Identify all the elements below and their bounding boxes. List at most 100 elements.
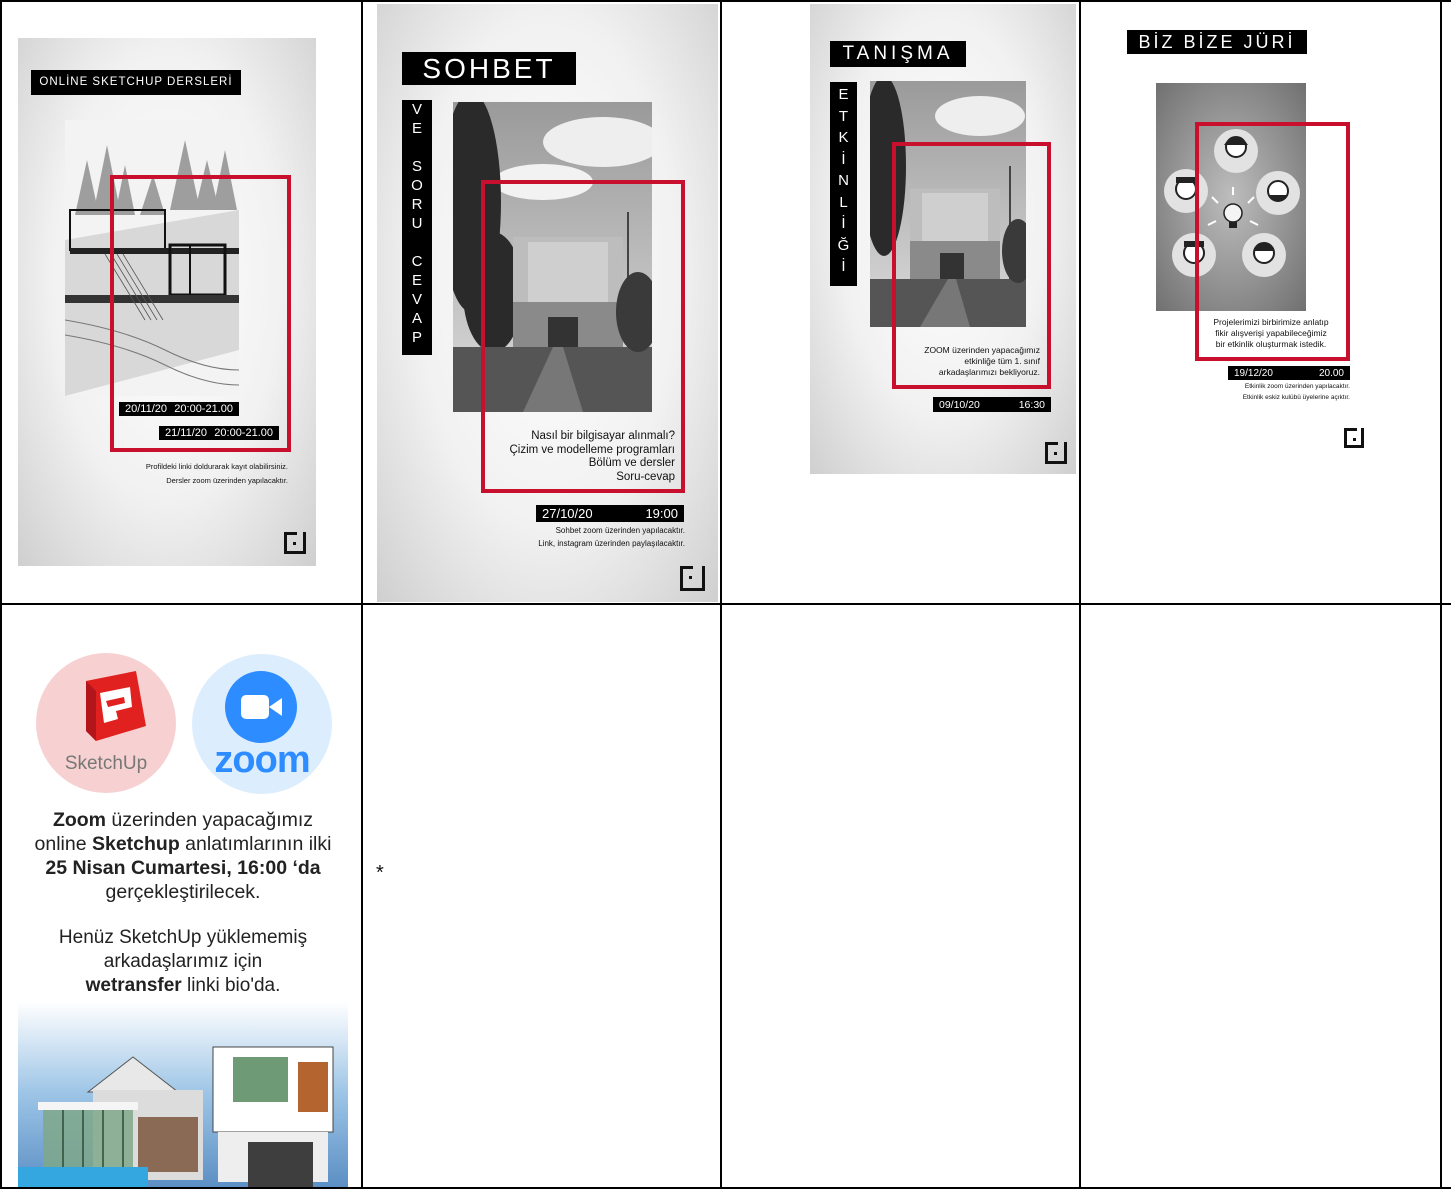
vertical-letter: N	[838, 172, 849, 189]
info-line: etkinliğe tüm 1. sınıf	[964, 356, 1040, 366]
document-table: ONLİNE SKETCHUP DERSLERİ 20/11/20 20:00-…	[0, 0, 1451, 1189]
vertical-letter: İ	[841, 258, 846, 275]
vertical-letter	[402, 233, 432, 252]
vertical-letter: E	[411, 120, 422, 137]
poster-title: ONLİNE SKETCHUP DERSLERİ	[31, 70, 241, 95]
poster-title: BİZ BİZE JÜRİ	[1127, 30, 1307, 54]
vertical-letter: V	[411, 101, 422, 118]
topic-line: Çizim ve modelleme programları	[509, 443, 675, 456]
date-bar: 19/12/20 20.00	[1228, 366, 1350, 380]
table-col-divider	[1079, 0, 1081, 1189]
topic-line: Nasıl bir bilgisayar alınmalı?	[531, 430, 675, 442]
table-border-right	[1440, 0, 1442, 1189]
vertical-letter: S	[411, 158, 422, 175]
event-info: Projelerimizi birbirimize anlatıp fikir …	[1201, 317, 1341, 350]
table-border-top	[0, 0, 1451, 2]
text-run: linki bio'da.	[181, 975, 281, 996]
asterisk-mark: *	[376, 862, 384, 884]
download-note: Henüz SketchUp yüklememiş arkadaşlarımız…	[18, 926, 348, 998]
date-text: 19/12/20	[1234, 367, 1273, 379]
note-line: Henüz SketchUp yüklememiş	[58, 927, 308, 948]
date-text: 27/10/20	[542, 506, 593, 521]
table-col-divider	[720, 0, 722, 1189]
event-info: ZOOM üzerinden yapacağımız etkinliğe tüm…	[892, 345, 1040, 378]
vertical-letter: E	[411, 272, 422, 289]
sketchup-logo-icon	[86, 671, 146, 741]
vertical-letter: P	[411, 329, 422, 346]
date-text: 20/11/20	[125, 403, 168, 415]
club-logo-icon	[1344, 428, 1364, 448]
poster-sketchup-lessons: ONLİNE SKETCHUP DERSLERİ 20/11/20 20:00-…	[18, 38, 316, 566]
vertical-letter: İ	[841, 215, 846, 232]
time-text: 16:30	[1018, 398, 1045, 411]
time-text: 19:00	[645, 506, 678, 521]
modern-house-render	[18, 1002, 348, 1187]
vertical-letter: K	[838, 129, 849, 146]
text-run: üzerinden yapacağımız	[106, 809, 314, 831]
announcement-date-line: 25 Nisan Cumartesi, 16:00 ‘da	[45, 857, 321, 879]
vertical-letter: C	[411, 253, 423, 270]
vertical-letter: O	[411, 177, 423, 194]
info-line: ZOOM üzerinden yapacağımız	[924, 345, 1040, 355]
poster-note: Dersler zoom üzerinden yapılacaktır.	[166, 476, 288, 485]
info-line: arkadaşlarımızı bekliyoruz.	[938, 367, 1040, 377]
date-bar-2: 21/11/20 20:00-21.00	[159, 426, 279, 440]
event-topics: Nasıl bir bilgisayar alınmalı? Çizim ve …	[477, 430, 675, 484]
poster-biz-bize-juri: BİZ BİZE JÜRİ Projelerimizi birbirimize …	[1098, 20, 1428, 460]
vertical-letter: İ	[841, 150, 846, 168]
info-line: fikir alışverişi yapabileceğimiz	[1215, 328, 1327, 338]
announcement-text: Zoom üzerinden yapacağımız online Sketch…	[18, 808, 348, 904]
poster-note: Etkinlik zoom üzerinden yapılacaktır.	[1244, 383, 1350, 390]
vertical-text-column: VE SORU CEVAP	[402, 100, 432, 355]
emphasis: wetransfer	[85, 975, 182, 996]
vertical-letter: T	[838, 107, 849, 125]
table-row-divider	[0, 603, 1451, 605]
vertical-letter: U	[411, 215, 423, 232]
note-line: arkadaşlarımız için	[103, 951, 263, 972]
date-text: 21/11/20	[165, 427, 208, 439]
zoom-label: zoom	[214, 739, 310, 781]
info-line: Projelerimizi birbirimize anlatıp	[1213, 317, 1329, 327]
poster-note: Etkinlik eskiz kulübü üyelerine açıktır.	[1242, 394, 1350, 401]
sketchup-badge: SketchUp	[36, 653, 176, 793]
announcement-line: Zoom üzerinden yapacağımız	[18, 808, 348, 832]
poster-title: SOHBET	[402, 52, 576, 85]
club-logo-icon	[1045, 442, 1067, 464]
note-line: wetransfer linki bio'da.	[18, 974, 348, 998]
vertical-letter: V	[411, 291, 422, 308]
poster-sohbet: SOHBET VE SORU CEVAP Nasıl bir bilgisaya…	[377, 4, 718, 602]
announcement-line: online Sketchup anlatımlarının ilki	[18, 832, 348, 856]
vertical-letter: R	[411, 196, 423, 213]
table-border-left	[0, 0, 2, 1189]
vertical-letter: Ğ	[837, 236, 850, 254]
zoom-badge: zoom	[192, 654, 332, 794]
vertical-letter: L	[839, 193, 848, 211]
sketchup-label: SketchUp	[64, 753, 148, 774]
topic-line: Bölüm ve dersler	[588, 457, 675, 469]
date-bar: 09/10/20 16:30	[933, 397, 1051, 412]
vertical-letter: E	[838, 86, 849, 103]
emphasis: Sketchup	[91, 833, 180, 855]
poster-note: Profildeki linki doldurarak kayıt olabil…	[145, 462, 288, 471]
poster-note: Sohbet zoom üzerinden yapılacaktır.	[555, 526, 685, 535]
vertical-letter	[402, 138, 432, 157]
vertical-text-column: ETKİNLİĞİ	[830, 82, 857, 286]
club-logo-icon	[284, 532, 306, 554]
poster-tanisma: TANIŞMA ETKİNLİĞİ ZOOM üzerinden yapacağ…	[810, 4, 1076, 474]
poster-title: TANIŞMA	[830, 41, 966, 67]
date-bar-1: 20/11/20 20:00-21.00	[119, 402, 239, 416]
vertical-letter: A	[411, 310, 422, 327]
text-run: anlatımlarının ilki	[179, 833, 332, 855]
time-text: 20:00-21.00	[174, 403, 233, 415]
time-text: 20:00-21.00	[214, 427, 273, 439]
topic-line: Soru-cevap	[616, 470, 675, 483]
announcement-line: gerçekleştirilecek.	[105, 881, 261, 903]
table-col-divider	[361, 0, 363, 1189]
poster-sketchup-zoom-announcement: SketchUp zoom Zoom üzerinden yapacağımız…	[18, 622, 348, 1187]
zoom-logo-icon	[225, 671, 297, 743]
text-run: online	[34, 833, 92, 855]
poster-note: Link, instagram üzerinden paylaşılacaktı…	[538, 539, 685, 548]
time-text: 20.00	[1318, 367, 1344, 379]
date-text: 09/10/20	[939, 398, 980, 411]
emphasis: Zoom	[52, 809, 107, 831]
